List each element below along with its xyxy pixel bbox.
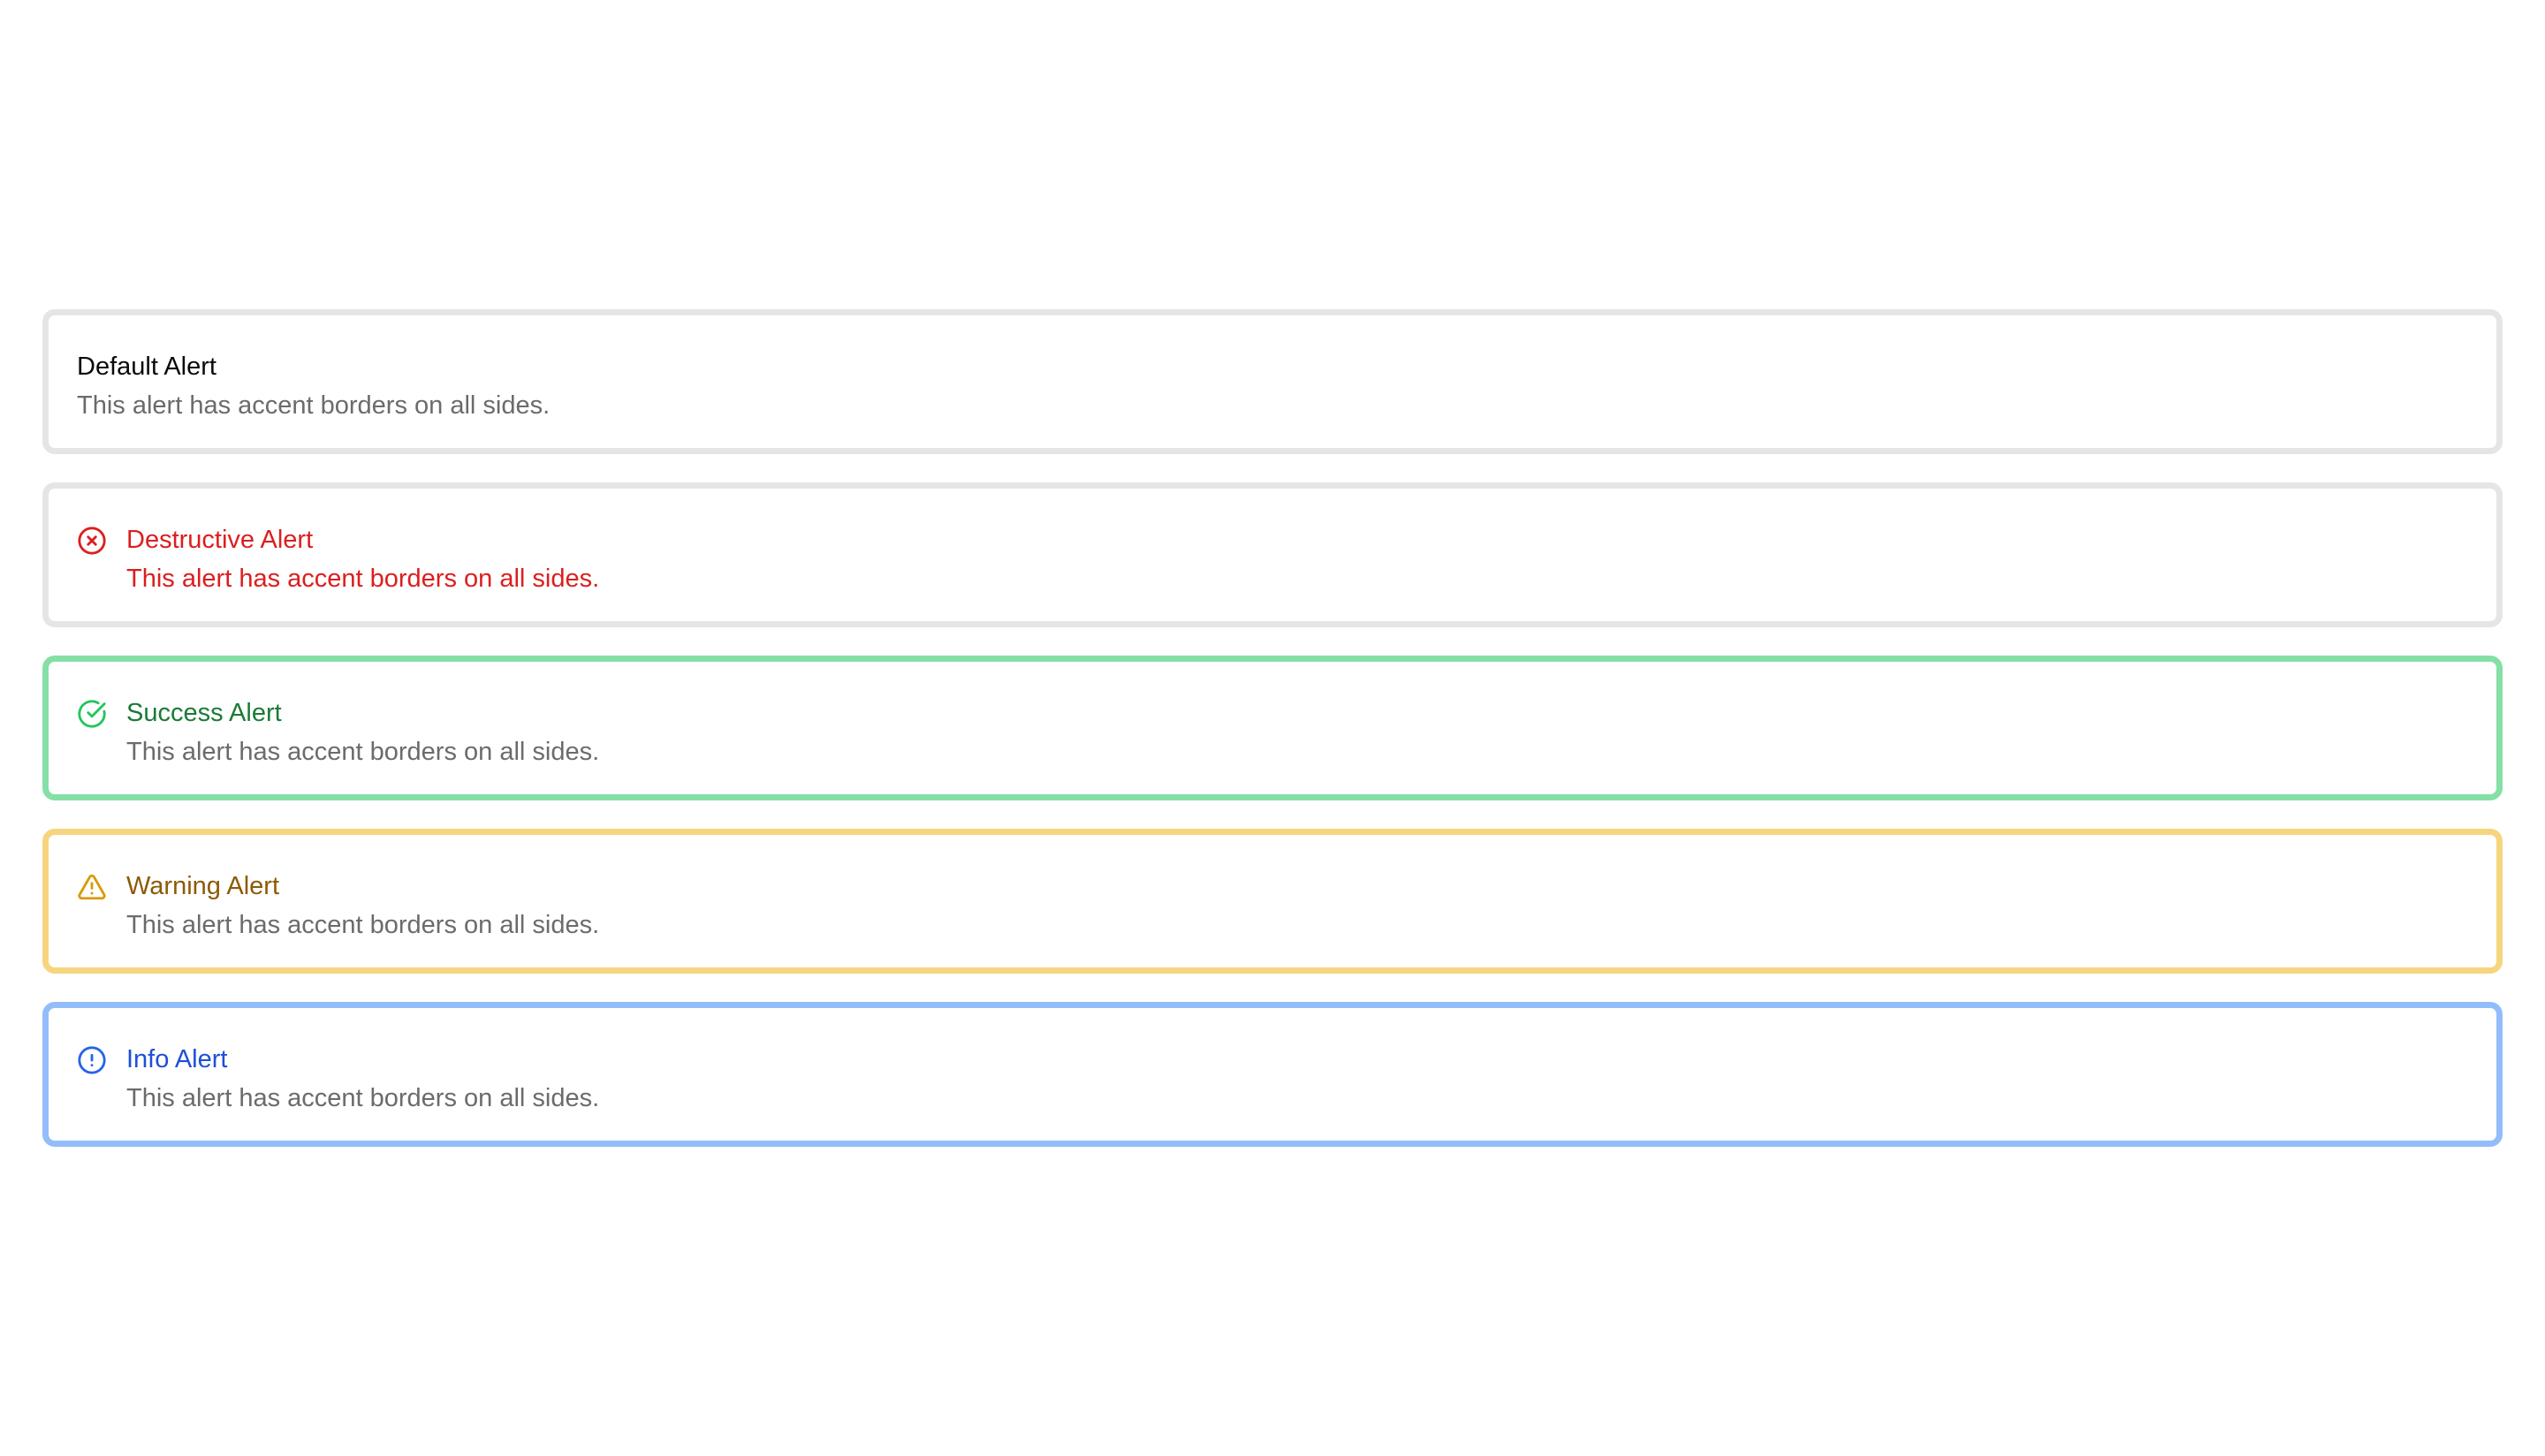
- alert-title: Success Alert: [126, 699, 282, 727]
- alert-title: Destructive Alert: [126, 526, 314, 554]
- alert-description: This alert has accent borders on all sid…: [126, 911, 600, 939]
- alert-description: This alert has accent borders on all sid…: [126, 1084, 600, 1112]
- alert-content: Default Alert This alert has accent bord…: [77, 349, 550, 423]
- alert-description: This alert has accent borders on all sid…: [77, 391, 551, 420]
- info-alert: Info Alert This alert has accent borders…: [42, 1002, 2503, 1147]
- circle-info-icon: [77, 1045, 107, 1075]
- alert-content: Warning Alert This alert has accent bord…: [126, 868, 599, 943]
- alert-content: Destructive Alert This alert has accent …: [126, 522, 599, 596]
- circle-check-icon: [77, 699, 107, 729]
- default-alert: Default Alert This alert has accent bord…: [42, 309, 2503, 454]
- alert-list: Default Alert This alert has accent bord…: [42, 309, 2503, 1175]
- success-alert: Success Alert This alert has accent bord…: [42, 656, 2503, 800]
- alert-title: Default Alert: [77, 353, 217, 381]
- alert-description: This alert has accent borders on all sid…: [126, 565, 600, 593]
- alert-description: This alert has accent borders on all sid…: [126, 738, 600, 766]
- alert-content: Info Alert This alert has accent borders…: [126, 1042, 599, 1116]
- alert-title: Info Alert: [126, 1045, 228, 1073]
- warning-alert: Warning Alert This alert has accent bord…: [42, 829, 2503, 974]
- destructive-alert: Destructive Alert This alert has accent …: [42, 482, 2503, 627]
- circle-x-icon: [77, 526, 107, 556]
- alert-content: Success Alert This alert has accent bord…: [126, 695, 599, 770]
- alert-title: Warning Alert: [126, 872, 279, 900]
- triangle-alert-icon: [77, 872, 107, 902]
